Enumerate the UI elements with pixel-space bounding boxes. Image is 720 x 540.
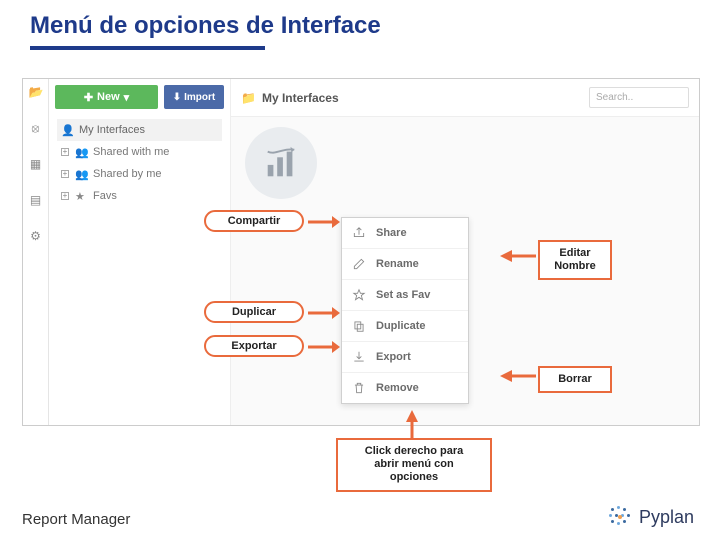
title-underline (30, 46, 265, 50)
user-icon: 👤 (61, 124, 73, 136)
arrow-right-icon (308, 214, 340, 230)
main-panel: 📁 My Interfaces Search.. (231, 79, 699, 425)
interface-thumbnail[interactable] (245, 127, 317, 199)
sidebar-item-my-interfaces[interactable]: 👤 My Interfaces (57, 119, 222, 141)
icon-rail: 📂 ⦻ ▦ ▤ ⚙ (23, 79, 49, 425)
trash-icon (352, 381, 366, 395)
gear-icon[interactable]: ⚙ (29, 229, 43, 243)
callout-duplicar: Duplicar (204, 301, 304, 323)
menu-item-label: Set as Fav (376, 289, 430, 301)
sidebar-item-favs[interactable]: + ★ Favs (57, 185, 222, 207)
folder-open-icon[interactable]: 📂 (29, 85, 43, 99)
arrow-left-icon (500, 368, 536, 384)
expand-icon: + (61, 192, 69, 200)
menu-item-label: Duplicate (376, 320, 426, 332)
hierarchy-icon[interactable]: ⦻ (29, 121, 43, 135)
menu-item-duplicate[interactable]: Duplicate (342, 310, 468, 341)
expand-icon: + (61, 170, 69, 178)
new-button-label: New (97, 91, 120, 103)
star-icon: ★ (75, 190, 87, 202)
import-button[interactable]: ⬇ Import (164, 85, 224, 109)
callout-editar-nombre: Editar Nombre (538, 240, 612, 280)
duplicate-icon (352, 319, 366, 333)
menu-item-label: Remove (376, 382, 419, 394)
menu-item-share[interactable]: Share (342, 218, 468, 248)
menu-item-remove[interactable]: Remove (342, 372, 468, 403)
user-group-icon: 👥 (75, 168, 87, 180)
sidebar-item-label: Favs (93, 190, 117, 202)
sidebar-item-label: Shared by me (93, 168, 161, 180)
brand-mark-icon (607, 504, 633, 530)
sidebar-item-shared-with-me[interactable]: + 👥 Shared with me (57, 141, 222, 163)
menu-item-set-fav[interactable]: Set as Fav (342, 279, 468, 310)
slide-title: Menú de opciones de Interface (30, 12, 381, 40)
sidebar-item-shared-by-me[interactable]: + 👥 Shared by me (57, 163, 222, 185)
callout-compartir: Compartir (204, 210, 304, 232)
brand-name: Pyplan (639, 507, 694, 528)
menu-item-rename[interactable]: Rename (342, 248, 468, 279)
expand-icon: + (61, 148, 69, 156)
user-group-icon: 👥 (75, 146, 87, 158)
download-icon: ⬇ (173, 92, 181, 103)
footer-title: Report Manager (22, 511, 130, 528)
callout-exportar: Exportar (204, 335, 304, 357)
main-panel-title: 📁 My Interfaces (241, 91, 339, 105)
search-input[interactable]: Search.. (589, 87, 689, 108)
pencil-icon (352, 257, 366, 271)
star-icon (352, 288, 366, 302)
arrow-left-icon (500, 248, 536, 264)
sidebar: ✚ New ▾ ⬇ Import 👤 My Interfaces + 👥 Sha (49, 79, 231, 425)
brand-logo: Pyplan (607, 504, 694, 530)
folder-icon: 📁 (241, 91, 256, 105)
arrow-right-icon (308, 339, 340, 355)
menu-item-label: Share (376, 227, 407, 239)
bar-chart-icon (262, 144, 300, 182)
arrow-up-icon (404, 410, 420, 438)
menu-item-label: Export (376, 351, 411, 363)
context-menu: Share Rename Set as Fav (341, 217, 469, 404)
main-panel-title-label: My Interfaces (262, 91, 339, 105)
callout-borrar: Borrar (538, 366, 612, 393)
new-button[interactable]: ✚ New ▾ (55, 85, 158, 109)
sidebar-item-label: My Interfaces (79, 124, 145, 136)
arrow-right-icon (308, 305, 340, 321)
plus-circle-icon: ✚ (84, 91, 93, 104)
menu-item-label: Rename (376, 258, 419, 270)
chevron-down-icon: ▾ (124, 91, 130, 104)
export-icon (352, 350, 366, 364)
layout-icon[interactable]: ▤ (29, 193, 43, 207)
sidebar-item-label: Shared with me (93, 146, 169, 158)
grid-icon[interactable]: ▦ (29, 157, 43, 171)
menu-item-export[interactable]: Export (342, 341, 468, 372)
import-button-label: Import (184, 92, 215, 103)
share-icon (352, 226, 366, 240)
callout-click-derecho: Click derecho para abrir menú con opcion… (336, 438, 492, 492)
